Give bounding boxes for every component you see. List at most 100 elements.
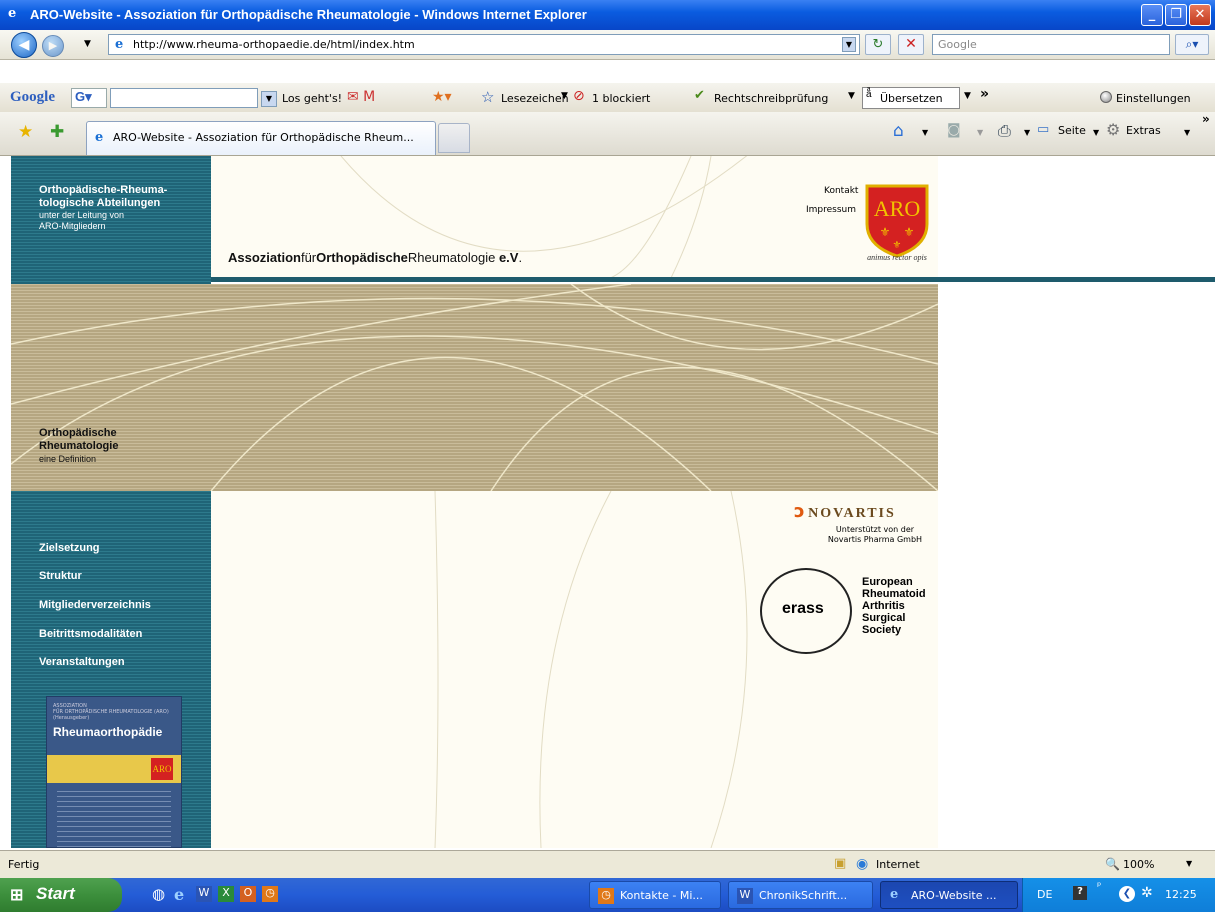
gmail-icon[interactable]: ✉ M bbox=[347, 89, 375, 105]
svg-text:ARO: ARO bbox=[874, 196, 920, 221]
nav-mitgliederverzeichnis[interactable]: Mitgliederverzeichnis bbox=[39, 599, 151, 611]
novartis-logo[interactable]: ↄ NOVARTIS bbox=[794, 501, 934, 522]
help-icon[interactable]: ? bbox=[1073, 886, 1087, 900]
feeds-dropdown-icon[interactable]: ▼ bbox=[977, 128, 983, 137]
url-field[interactable]: e http://www.rheuma-orthopaedie.de/html/… bbox=[108, 34, 860, 55]
url-dropdown-icon[interactable]: ▼ bbox=[842, 37, 856, 52]
maximize-button[interactable]: ❐ bbox=[1165, 4, 1187, 26]
translate-icon: aͣ bbox=[866, 89, 872, 100]
google-menu-button[interactable]: G▾ bbox=[71, 88, 107, 108]
more-tools-chevron-icon[interactable]: » bbox=[1202, 112, 1210, 126]
translate-dropdown-icon[interactable]: ▼ bbox=[964, 91, 971, 101]
print-dropdown-icon[interactable]: ▼ bbox=[1024, 128, 1030, 137]
url-text: http://www.rheuma-orthopaedie.de/html/in… bbox=[133, 38, 415, 51]
popup-blocker-button[interactable]: 1 blockiert bbox=[592, 92, 650, 105]
back-button[interactable]: ◀ bbox=[11, 32, 37, 58]
novartis-flame-icon: ↄ bbox=[794, 501, 805, 522]
home-icon[interactable]: ⌂ bbox=[893, 121, 904, 141]
refresh-icon[interactable]: ↻ bbox=[865, 34, 891, 55]
language-indicator[interactable]: DE bbox=[1037, 888, 1052, 901]
erass-logo-icon[interactable]: erass bbox=[760, 568, 852, 654]
address-toolbar: ◀ ▶ ▼ e http://www.rheuma-orthopaedie.de… bbox=[0, 30, 1215, 60]
tools-menu[interactable]: Extras bbox=[1126, 124, 1161, 137]
feeds-icon[interactable]: ◙ bbox=[947, 122, 961, 138]
quicklaunch-outlook-icon[interactable]: O bbox=[240, 886, 256, 902]
taskbar-item-chronik[interactable]: W ChronikSchrift... bbox=[728, 881, 873, 909]
print-icon[interactable]: ⎙ bbox=[998, 121, 1011, 141]
popup-status-icon[interactable]: ▣ bbox=[834, 856, 846, 871]
history-dropdown-icon[interactable]: ▼ bbox=[84, 39, 91, 49]
org-title-part1: Assoziation bbox=[228, 250, 301, 265]
settings-menu[interactable]: Einstellungen bbox=[1116, 92, 1191, 105]
contact-link[interactable]: Kontakt bbox=[824, 186, 858, 196]
taskbar-item-aro[interactable]: e ARO-Website ... bbox=[880, 881, 1018, 909]
quicklaunch-excel-icon[interactable]: X bbox=[218, 886, 234, 902]
taskbar-item-kontakte[interactable]: ◷ Kontakte - Mi... bbox=[589, 881, 721, 909]
search-icon[interactable]: ⌕▾ bbox=[1175, 34, 1209, 55]
quicklaunch-ie-icon[interactable]: e bbox=[174, 885, 184, 904]
bookmarks-dropdown-icon: ▼ bbox=[561, 91, 568, 101]
clock[interactable]: 12:25 bbox=[1165, 888, 1197, 901]
google-logo[interactable]: Google bbox=[10, 89, 55, 106]
quicklaunch-browser-icon[interactable]: ◍ bbox=[152, 885, 165, 903]
restore-icon[interactable]: ᵖ bbox=[1097, 881, 1101, 892]
outlook-icon: ◷ bbox=[598, 888, 614, 904]
taskbar-item-label: Kontakte - Mi... bbox=[620, 889, 703, 902]
forward-button[interactable]: ▶ bbox=[42, 35, 64, 57]
favorites-star-icon[interactable]: ★ bbox=[18, 122, 33, 142]
go-button[interactable]: Los geht's! bbox=[282, 92, 342, 105]
quicklaunch-clock-icon[interactable]: ◷ bbox=[262, 886, 278, 902]
org-title-part5: e.V bbox=[498, 250, 519, 265]
org-title-part3: Orthopädische bbox=[316, 250, 408, 265]
tab-bar: ★ ✚ e ARO-Website - Assoziation für Orth… bbox=[0, 112, 1215, 156]
translate-button[interactable]: Übersetzen bbox=[880, 92, 943, 105]
tab-active[interactable]: e ARO-Website - Assoziation für Orthopäd… bbox=[86, 121, 436, 155]
window-titlebar: e ARO-Website - Assoziation für Orthopäd… bbox=[0, 0, 1215, 30]
page-dropdown-icon[interactable]: ▼ bbox=[1093, 128, 1099, 137]
nav-zielsetzung[interactable]: Zielsetzung bbox=[39, 542, 100, 554]
zone-text: Internet bbox=[876, 858, 920, 871]
close-button[interactable]: ✕ bbox=[1189, 4, 1211, 26]
bookmark-add-icon[interactable]: ★▾ bbox=[432, 89, 452, 105]
nav-veranstaltungen[interactable]: Veranstaltungen bbox=[39, 656, 125, 668]
erass-text[interactable]: European Rheumatoid Arthritis Surgical S… bbox=[862, 576, 926, 636]
page-icon: e bbox=[115, 37, 124, 52]
bookmarks-star-icon: ☆ bbox=[481, 88, 495, 106]
taskbar: ⊞ Start ◍ e W X O ◷ ◷ Kontakte - Mi... W… bbox=[0, 878, 1215, 912]
page-menu[interactable]: Seite bbox=[1058, 124, 1086, 137]
nav-beitrittsmodalitaeten[interactable]: Beitrittsmodalitäten bbox=[39, 628, 142, 640]
aro-logo[interactable]: ARO ⚜ ⚜ ⚜ animus rector opis bbox=[861, 184, 933, 262]
home-dropdown-icon[interactable]: ▼ bbox=[922, 128, 928, 137]
system-tray: DE ? ᵖ ❮ ✲ 12:25 bbox=[1022, 878, 1215, 912]
sidebar-header[interactable]: Orthopädische-Rheuma- tologische Abteilu… bbox=[39, 184, 167, 232]
add-favorite-icon[interactable]: ✚ bbox=[50, 122, 64, 142]
aro-shield-icon: ARO ⚜ ⚜ ⚜ animus rector opis bbox=[865, 184, 929, 262]
zoom-level[interactable]: 100% bbox=[1123, 858, 1154, 871]
zoom-dropdown-icon[interactable]: ▼ bbox=[1186, 859, 1192, 868]
spellcheck-dropdown-icon[interactable]: ▼ bbox=[848, 91, 855, 101]
imprint-link[interactable]: Impressum bbox=[806, 205, 856, 215]
more-chevron-icon[interactable]: » bbox=[980, 86, 989, 102]
quicklaunch-word-icon[interactable]: W bbox=[196, 886, 212, 902]
ie-icon: e bbox=[890, 887, 899, 902]
book-cover[interactable]: ASSOZIATION FÜR ORTHOPÄDISCHE RHEUMATOLO… bbox=[46, 696, 182, 848]
start-button[interactable]: ⊞ Start bbox=[0, 878, 122, 912]
status-bar: Fertig ▣ ◉ Internet 🔍 100% ▼ bbox=[0, 850, 1215, 878]
tools-dropdown-icon[interactable]: ▼ bbox=[1184, 128, 1190, 137]
nav-struktur[interactable]: Struktur bbox=[39, 570, 82, 582]
google-search-field[interactable] bbox=[110, 88, 258, 108]
network-icon[interactable]: ✲ bbox=[1141, 885, 1153, 901]
tray-expand-icon[interactable]: ❮ bbox=[1119, 886, 1135, 902]
search-input[interactable]: Google bbox=[932, 34, 1170, 55]
new-tab-button[interactable] bbox=[438, 123, 470, 153]
spellcheck-button[interactable]: Rechtschreibprüfung bbox=[714, 92, 828, 105]
definition-link[interactable]: Orthopädische Rheumatologie eine Definit… bbox=[39, 427, 118, 466]
stop-icon[interactable]: ✕ bbox=[898, 34, 924, 55]
google-dropdown-icon[interactable]: ▼ bbox=[261, 91, 277, 107]
bookmarks-menu[interactable]: Lesezeichen bbox=[501, 92, 569, 105]
minimize-button[interactable]: _ bbox=[1141, 4, 1163, 26]
erass-line: Arthritis bbox=[862, 600, 905, 612]
definition-banner[interactable]: Orthopädische Rheumatologie eine Definit… bbox=[11, 284, 938, 491]
book-header: ASSOZIATION FÜR ORTHOPÄDISCHE RHEUMATOLO… bbox=[47, 697, 181, 721]
org-title-part6: . bbox=[518, 250, 523, 265]
